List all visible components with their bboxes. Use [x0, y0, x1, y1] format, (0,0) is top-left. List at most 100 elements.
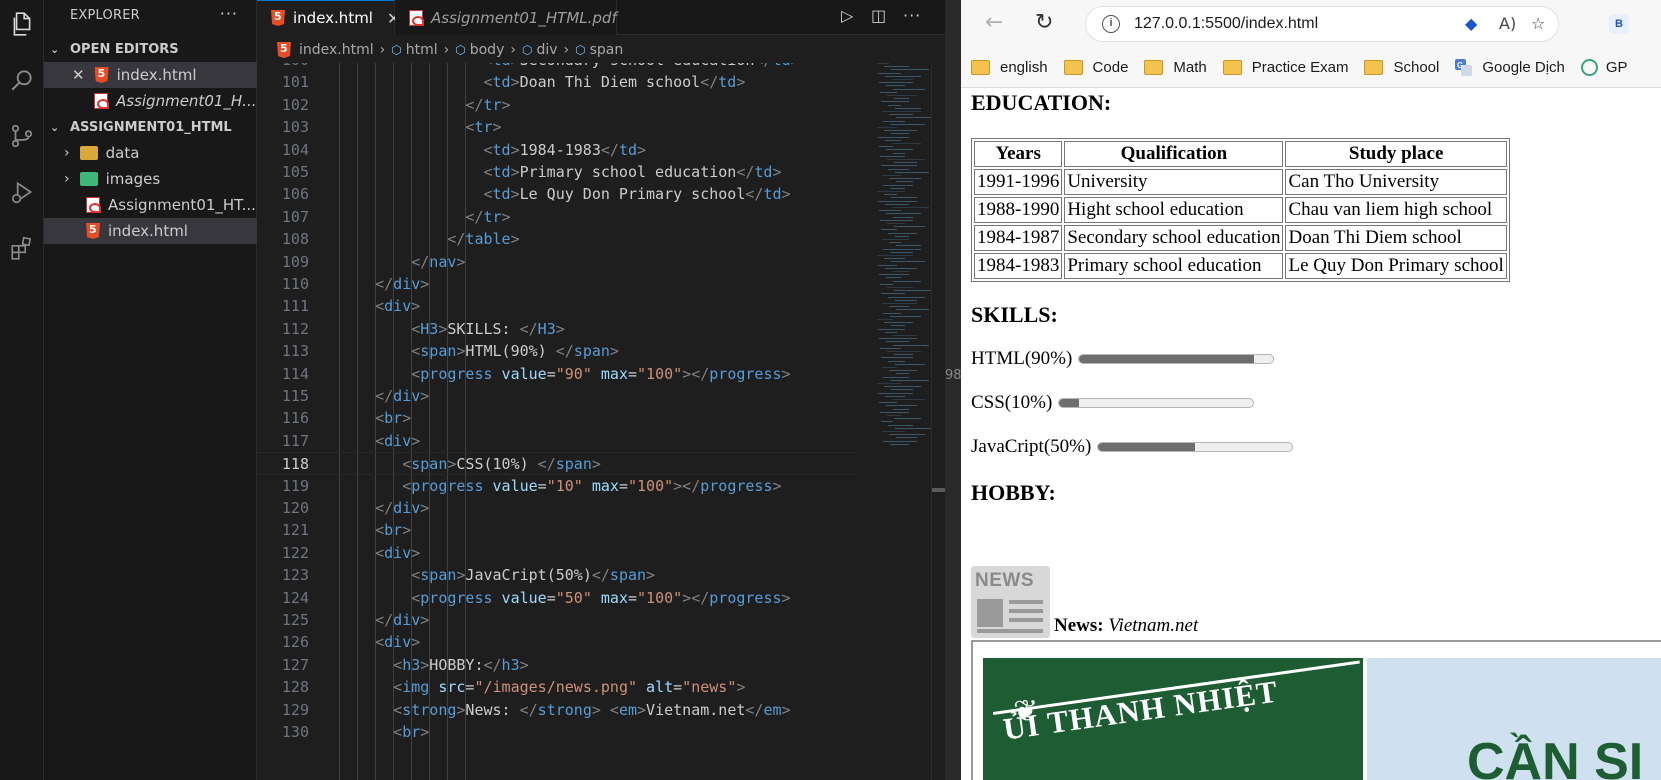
- code-line[interactable]: 129 <strong>News: </strong> <em>Vietnam.n…: [257, 699, 857, 722]
- minimap-line: [892, 79, 913, 80]
- favorite-star-icon[interactable]: ☆: [1531, 14, 1545, 33]
- run-icon[interactable]: ▷: [841, 6, 853, 25]
- bookmark-3[interactable]: Math: [1144, 59, 1207, 76]
- code-token: <: [393, 655, 403, 674]
- code-line[interactable]: 117 <div>: [257, 430, 857, 453]
- close-icon[interactable]: ✕: [72, 66, 85, 84]
- minimap-line: [894, 226, 925, 228]
- tree-item-images[interactable]: › images: [44, 166, 257, 192]
- breadcrumb-item[interactable]: span: [590, 42, 624, 58]
- bookmark-7[interactable]: GP: [1580, 59, 1628, 76]
- code-line[interactable]: 101 <td>Doan Thi Diem school</td>: [257, 71, 857, 94]
- editor-scrollbar[interactable]: [931, 63, 946, 780]
- code-line[interactable]: 120 </div>: [257, 497, 857, 520]
- minimap-line: [885, 139, 901, 141]
- extensions-icon[interactable]: [0, 224, 44, 272]
- code-token: nav: [429, 252, 457, 271]
- line-number: 125: [281, 611, 309, 629]
- bookmark-6[interactable]: G Google Dịch: [1455, 59, 1565, 76]
- code-line[interactable]: 123 <span>JavaCript(50%)</span>: [257, 564, 857, 587]
- minimap[interactable]: [873, 63, 933, 483]
- breadcrumb-item[interactable]: body: [470, 42, 505, 58]
- bookmark-1[interactable]: english: [971, 59, 1048, 76]
- open-editor-item-pdf[interactable]: Assignment01_H...: [44, 88, 257, 114]
- bookmark-label: School: [1393, 59, 1440, 76]
- code-line[interactable]: 115 </div>: [257, 385, 857, 408]
- bookmark-2[interactable]: Code: [1063, 59, 1128, 76]
- code-line[interactable]: 102 </tr>: [257, 94, 857, 117]
- folder-icon: [1222, 60, 1242, 75]
- bookmark-4[interactable]: Practice Exam: [1222, 59, 1348, 76]
- activity-bar: [0, 0, 44, 780]
- refresh-icon[interactable]: ↻: [1035, 10, 1053, 35]
- code-text: </tr>: [465, 94, 510, 117]
- code-text: <img src="/images/news.png" alt="news">: [393, 676, 745, 699]
- tab-assignment-pdf[interactable]: Assignment01_HTML.pdf: [395, 0, 617, 35]
- code-line[interactable]: 103 <tr>: [257, 116, 857, 139]
- read-aloud-icon[interactable]: A): [1499, 14, 1516, 33]
- extension-icon[interactable]: B: [1609, 14, 1629, 34]
- code-line[interactable]: 113 <span>HTML(90%) </span>: [257, 340, 857, 363]
- code-token: progress: [700, 476, 773, 495]
- minimap-line: [894, 354, 913, 356]
- breadcrumb-item[interactable]: div: [536, 42, 557, 58]
- minimap-line: [884, 386, 921, 388]
- code-token: td: [763, 185, 782, 204]
- project-section[interactable]: ⌄ ASSIGNMENT01_HTML: [44, 114, 257, 140]
- minimap-line: [883, 312, 901, 314]
- code-line[interactable]: 122 <div>: [257, 542, 857, 565]
- code-line[interactable]: 107 </tr>: [257, 206, 857, 229]
- table-cell: 1984-1987: [974, 225, 1063, 251]
- code-line[interactable]: 127 <h3>HOBBY:</h3>: [257, 654, 857, 677]
- code-line[interactable]: 118 <span>CSS(10%) </span>: [257, 452, 857, 476]
- minimap-line: [894, 290, 933, 292]
- code-line[interactable]: 124 <progress value="50" max="100"></prog…: [257, 587, 857, 610]
- open-editors-section[interactable]: ⌄ OPEN EDITORS: [44, 36, 257, 62]
- minimap-line: [889, 178, 921, 180]
- tab-index-html[interactable]: index.html ✕: [257, 0, 400, 35]
- code-text: <br>: [375, 519, 411, 542]
- code-line[interactable]: 112 <H3>SKILLS: </H3>: [257, 318, 857, 341]
- code-line[interactable]: 125 </div>: [257, 609, 857, 632]
- back-icon[interactable]: ←: [985, 10, 1003, 35]
- code-line[interactable]: 119 <progress value="10" max="100"></prog…: [257, 475, 857, 498]
- tree-item-data[interactable]: › data: [44, 140, 257, 166]
- tree-item-index[interactable]: index.html: [44, 218, 257, 244]
- breadcrumb-item[interactable]: index.html: [299, 42, 374, 58]
- coupon-tag-icon[interactable]: ◆: [1465, 14, 1477, 33]
- source-control-icon[interactable]: [0, 112, 44, 160]
- code-line[interactable]: 109 </nav>: [257, 251, 857, 274]
- chevron-right-icon: ›: [563, 42, 570, 58]
- code-token: td: [618, 140, 637, 159]
- more-actions-icon[interactable]: ···: [220, 4, 238, 23]
- breadcrumb-item[interactable]: html: [406, 42, 438, 58]
- code-line[interactable]: 106 <td>Le Quy Don Primary school</td>: [257, 183, 857, 206]
- code-line[interactable]: 121 <br>: [257, 519, 857, 542]
- scrollbar-thumb[interactable]: [932, 488, 946, 492]
- info-icon[interactable]: i: [1102, 15, 1120, 33]
- split-editor-icon[interactable]: ◫: [871, 6, 886, 25]
- bookmark-5[interactable]: School: [1364, 59, 1439, 76]
- code-line[interactable]: 116 <br>: [257, 407, 857, 430]
- code-line[interactable]: 126 <div>: [257, 631, 857, 654]
- code-line[interactable]: 114 <progress value="90" max="100"></prog…: [257, 363, 857, 386]
- address-bar[interactable]: i 127.0.0.1:5500/index.html: [1085, 6, 1559, 42]
- chevron-right-icon: ›: [64, 145, 70, 161]
- code-line[interactable]: 111 <div>: [257, 295, 857, 318]
- code-line[interactable]: 130 <br>: [257, 721, 857, 744]
- news-link[interactable]: Vietnam.net: [1108, 615, 1198, 636]
- tree-item-pdf[interactable]: Assignment01_HT...: [44, 192, 257, 218]
- open-editor-item-index[interactable]: ✕ index.html: [44, 62, 257, 88]
- explorer-icon[interactable]: [0, 0, 44, 48]
- code-line[interactable]: 108 </table>: [257, 228, 857, 251]
- more-actions-icon[interactable]: ···: [903, 6, 921, 25]
- run-debug-icon[interactable]: [0, 168, 44, 216]
- code-editor[interactable]: 100<td>Secondary school education</td>10…: [257, 63, 945, 780]
- minimap-line: [878, 72, 901, 74]
- code-token: >: [511, 63, 520, 69]
- code-line[interactable]: 104 <td>1984-1983</td>: [257, 139, 857, 162]
- code-line[interactable]: 128 <img src="/images/news.png" alt="news…: [257, 676, 857, 699]
- code-line[interactable]: 105 <td>Primary school education</td>: [257, 161, 857, 184]
- code-line[interactable]: 110 </div>: [257, 273, 857, 296]
- search-icon[interactable]: [0, 56, 44, 104]
